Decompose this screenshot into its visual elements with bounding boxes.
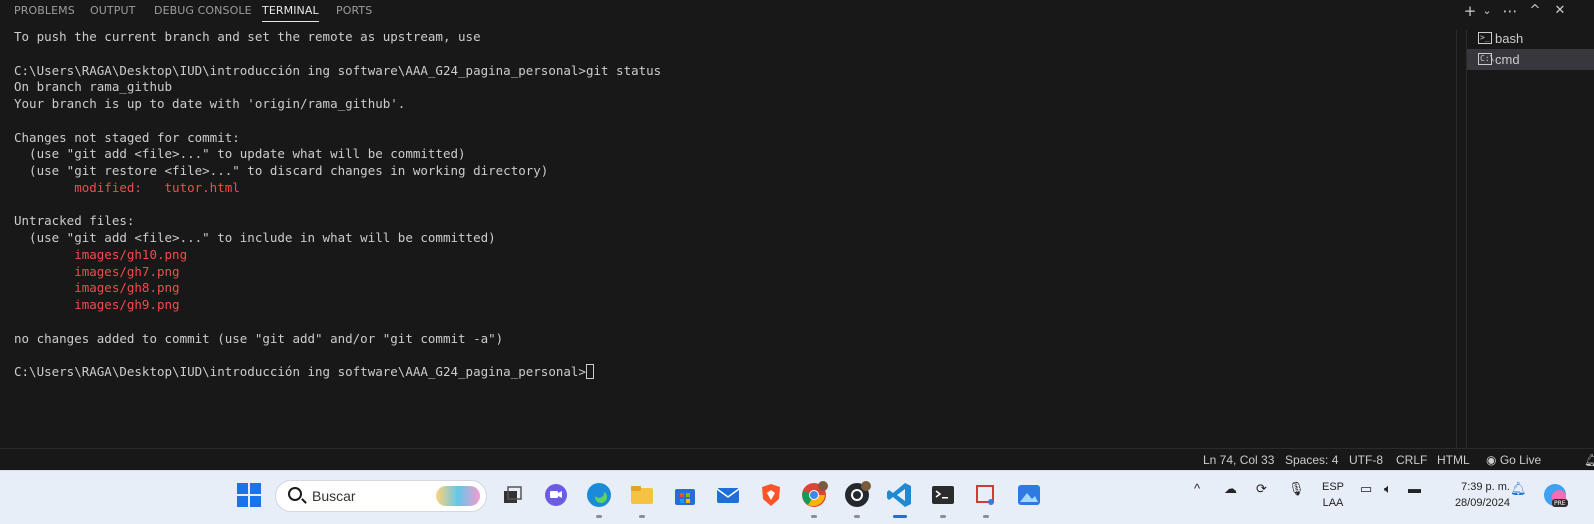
close-panel-icon[interactable]: ✕ [1551,1,1569,21]
language-indicator[interactable]: ESP LAA [1318,479,1348,511]
battery-icon[interactable]: ▬ [1408,481,1421,496]
go-live-label: Go Live [1499,453,1542,467]
display-icon[interactable]: ▭ [1360,481,1372,497]
terminal-line: images/gh10.png [14,246,188,262]
volume-icon[interactable]: 🔈︎ [1384,481,1392,497]
terminal-line: images/gh8.png [14,280,180,296]
terminal-list-divider [1466,30,1467,448]
search-input[interactable]: Buscar [275,480,487,512]
terminal-scrollbar[interactable] [1456,30,1457,448]
tab-output[interactable]: OUTPUT [90,3,135,22]
github-desktop-icon[interactable] [842,480,872,518]
notification-bell-icon[interactable]: 🔔︎ [1510,481,1527,497]
microphone-icon[interactable]: 🎙︎ [1288,481,1305,497]
go-live-button[interactable]: ◉ Go Live [1486,452,1541,468]
terminal-instance-label: bash [1495,31,1524,46]
tab-debug-console[interactable]: DEBUG CONSOLE [154,3,252,22]
more-actions-icon[interactable]: ⋯ [1501,1,1519,21]
start-icon[interactable] [234,480,264,510]
language-code: ESP [1321,481,1344,493]
terminal-line: modified: tutor.html [14,179,240,195]
brave-icon[interactable] [756,480,786,510]
cursor-position[interactable]: Ln 74, Col 33 [1203,452,1274,468]
clock[interactable]: 7:39 p. m. 28/09/2024 [1430,479,1510,511]
edge-icon[interactable] [584,480,614,518]
tab-problems[interactable]: PROBLEMS [14,3,75,22]
file-explorer-icon[interactable] [627,480,657,518]
running-indicator [639,515,645,518]
terminal-line: To push the current branch and set the r… [14,29,481,44]
tab-terminal[interactable]: TERMINAL [262,3,319,22]
onedrive-icon[interactable]: ☁︎ [1224,481,1237,497]
search-highlight-icon [436,486,480,506]
terminal-line: images/gh9.png [14,297,180,312]
terminal-line: images/gh7.png [14,263,180,279]
eol-status[interactable]: CRLF [1396,452,1427,468]
photos-icon[interactable] [1014,480,1044,510]
panel-tab-bar: PROBLEMS OUTPUT DEBUG CONSOLE TERMINAL P… [0,0,1594,24]
encoding-status[interactable]: UTF-8 [1349,452,1383,468]
taskbar: Buscar ^ ☁︎ ⟳ 🎙︎ ESP LAA ▭ 🔈︎ ▬ 7:39 p. … [0,470,1594,524]
svg-text:PRE: PRE [1554,500,1566,507]
vscode-icon[interactable] [885,480,915,518]
running-indicator [596,515,602,518]
new-terminal-button[interactable]: + [1461,1,1479,21]
terminal-cmd-icon: C:\ [1478,53,1495,65]
terminal-icon[interactable] [928,480,958,518]
language-mode[interactable]: HTML [1437,452,1470,468]
status-bar: Ln 74, Col 33 Spaces: 4 UTF-8 CRLF HTML … [0,448,1594,470]
running-indicator [811,515,817,518]
terminal-line: C:\Users\RAGA\Desktop\IUD\introducción i… [14,62,662,78]
maximize-panel-icon[interactable]: ^ [1526,1,1544,21]
date-label: 28/09/2024 [1454,497,1510,509]
terminal-instance-label: cmd [1495,52,1520,67]
terminal-prompt: C:\Users\RAGA\Desktop\IUD\introducción i… [14,364,586,379]
show-hidden-icons[interactable]: ^ [1194,481,1200,496]
running-indicator [940,515,946,518]
terminal-line: (use "git add <file>..." to update what … [14,146,466,162]
keyboard-layout: LAA [1322,497,1344,509]
chevron-down-icon[interactable]: ⌄ [1478,1,1496,21]
terminal-line: (use "git add <file>..." to include in w… [14,230,496,245]
terminal-instance-list: >_ bash C:\ cmd [1467,28,1594,70]
running-indicator [854,515,860,518]
running-indicator [983,515,989,518]
mail-icon[interactable] [713,480,743,510]
sync-icon[interactable]: ⟳ [1256,481,1267,497]
chat-icon[interactable] [541,480,571,510]
terminal-line: (use "git restore <file>..." to discard … [14,163,549,178]
terminal-output[interactable]: To push the current branch and set the r… [14,29,1444,449]
store-icon[interactable] [670,480,700,510]
notifications-bell-icon[interactable]: 🔔︎ [1584,452,1594,468]
snipping-icon[interactable] [971,480,1001,518]
terminal-line: On branch rama_github [14,79,173,95]
task-view-icon[interactable] [498,480,528,510]
search-icon [288,487,302,501]
terminal-cursor [585,364,594,379]
terminal-instance-cmd[interactable]: C:\ cmd [1467,49,1594,70]
active-indicator [893,515,907,518]
terminal-prompt-line[interactable]: C:\Users\RAGA\Desktop\IUD\introducción i… [14,364,1444,381]
indentation-status[interactable]: Spaces: 4 [1285,452,1338,468]
chrome-icon[interactable] [799,480,829,518]
search-placeholder: Buscar [312,488,356,504]
terminal-line: Untracked files: [14,213,135,229]
terminal-line: Changes not staged for commit: [14,129,240,145]
terminal-line: Your branch is up to date with 'origin/r… [14,96,406,111]
terminal-bash-icon: >_ [1478,32,1492,44]
terminal-line: no changes added to commit (use "git add… [14,330,504,346]
terminal-instance-bash[interactable]: >_ bash [1467,28,1594,49]
copilot-icon[interactable]: PRE [1540,480,1570,510]
time-label: 7:39 p. m. [1461,481,1510,493]
broadcast-icon: ◉ [1486,453,1497,467]
tab-ports[interactable]: PORTS [336,3,372,22]
